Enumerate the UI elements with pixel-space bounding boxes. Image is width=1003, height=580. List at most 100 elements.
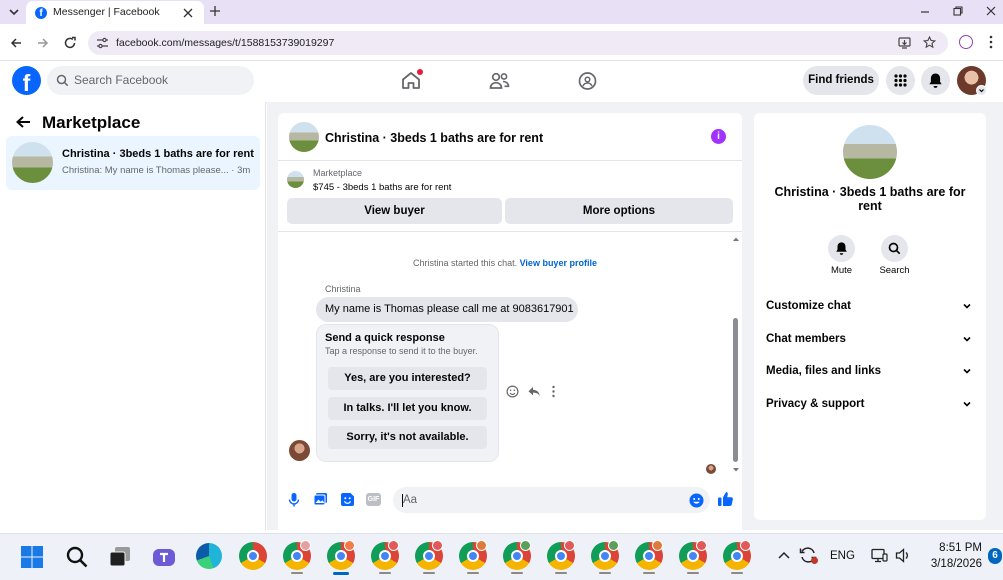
conversation-preview: Christina: My name is Thomas please... ·… (62, 165, 251, 176)
sender-avatar[interactable] (289, 440, 310, 461)
clock-time[interactable]: 8:51 PM (922, 542, 982, 554)
address-bar[interactable]: facebook.com/messages/t/1588153739019297 (88, 31, 948, 55)
site-info-icon[interactable] (96, 37, 109, 49)
quick-response-not-available[interactable]: Sorry, it's not available. (328, 426, 487, 449)
react-emoji-icon[interactable] (506, 385, 519, 398)
chat-started-notice: Christina started this chat. View buyer … (278, 258, 732, 268)
mute-label: Mute (830, 265, 853, 276)
photo-gallery-icon[interactable] (313, 492, 328, 506)
back-arrow-icon[interactable] (9, 36, 23, 50)
message-scrollbar-thumb[interactable] (733, 318, 738, 462)
chrome-profile-icon[interactable] (283, 540, 311, 570)
quick-response-yes[interactable]: Yes, are you interested? (328, 367, 487, 390)
like-thumbs-up-icon[interactable] (717, 491, 734, 507)
conversation-info-icon[interactable]: i (711, 129, 726, 144)
back-arrow-icon[interactable] (15, 115, 31, 129)
facebook-logo[interactable]: f (12, 66, 41, 96)
more-options-button[interactable]: More options (505, 198, 733, 224)
search-in-conversation-button[interactable] (881, 235, 908, 262)
chrome-icon[interactable] (239, 542, 267, 570)
chevron-down-icon (963, 336, 971, 342)
listing-price-title[interactable]: $745 - 3beds 1 baths are for rent (313, 182, 451, 193)
more-actions-icon[interactable] (551, 385, 556, 398)
mute-button[interactable] (828, 235, 855, 262)
chrome-profile-icon[interactable] (371, 540, 399, 570)
clock-date[interactable]: 3/18/2026 (914, 558, 982, 570)
sticker-icon[interactable] (340, 492, 355, 507)
media-files-links-section[interactable]: Media, files and links (766, 361, 976, 381)
quick-response-in-talks[interactable]: In talks. I'll let you know. (328, 397, 487, 420)
reply-icon[interactable] (527, 385, 541, 398)
message-input[interactable]: Aa (393, 487, 710, 513)
privacy-support-section[interactable]: Privacy & support (766, 394, 976, 414)
chrome-profile-icon[interactable] (723, 540, 751, 570)
install-app-icon[interactable] (898, 37, 911, 49)
task-view-icon[interactable] (108, 546, 132, 568)
minimize-icon[interactable] (919, 6, 931, 18)
chrome-profile-icon[interactable] (635, 540, 663, 570)
customize-chat-section[interactable]: Customize chat (766, 296, 976, 316)
reload-icon[interactable] (63, 36, 77, 50)
scroll-down-arrow[interactable] (732, 467, 740, 473)
profile-badge (652, 540, 663, 551)
view-buyer-button[interactable]: View buyer (287, 198, 502, 224)
search-icon (56, 74, 69, 87)
incoming-message-bubble[interactable]: My name is Thomas please call me at 9083… (316, 297, 578, 322)
volume-icon[interactable] (895, 548, 911, 563)
teams-icon[interactable] (151, 545, 177, 569)
facebook-search[interactable]: Search Facebook (47, 66, 254, 95)
open-window-indicator (599, 572, 611, 574)
friends-icon[interactable] (489, 72, 510, 90)
chrome-profile-icon[interactable] (503, 540, 531, 570)
marketplace-title: Marketplace (42, 113, 141, 132)
chrome-active-window-icon[interactable] (327, 540, 355, 570)
chat-members-section[interactable]: Chat members (766, 329, 976, 349)
open-window-indicator (511, 572, 523, 574)
new-tab-icon[interactable] (209, 5, 221, 17)
chrome-profile-icon[interactable] (415, 540, 443, 570)
profile-badge (740, 540, 751, 551)
facebook-favicon-icon: f (35, 7, 47, 19)
account-chevron-icon[interactable] (976, 85, 987, 96)
windows-start-icon[interactable] (20, 545, 44, 569)
emoji-icon[interactable] (689, 493, 704, 508)
groups-icon[interactable] (578, 72, 597, 90)
profile-badge (476, 540, 487, 551)
chrome-profile-icon[interactable] (459, 540, 487, 570)
close-tab-icon[interactable] (183, 8, 193, 18)
conversation-item[interactable]: Christina · 3beds 1 baths are for rent C… (6, 136, 260, 190)
edge-icon[interactable] (196, 543, 222, 569)
message-input-placeholder: Aa (403, 494, 418, 506)
gif-icon[interactable]: GIF (366, 493, 381, 506)
show-hidden-icons-chevron-icon[interactable] (777, 550, 791, 560)
conversation-title: Christina · 3beds 1 baths are for rent (62, 148, 254, 160)
chrome-profile-icon[interactable] (547, 540, 575, 570)
tab-search-button[interactable] (6, 4, 22, 20)
input-language[interactable]: ENG (830, 550, 855, 562)
view-buyer-profile-link[interactable]: View buyer profile (520, 258, 597, 268)
close-window-icon[interactable] (985, 5, 997, 17)
chat-header-title[interactable]: Christina · 3beds 1 baths are for rent (325, 131, 543, 145)
browser-tab-messenger[interactable]: f Messenger | Facebook (26, 1, 204, 24)
search-icon (888, 242, 901, 255)
chrome-profile-icon[interactable] (591, 540, 619, 570)
message-text: My name is Thomas please call me at 9083… (325, 303, 574, 315)
kebab-menu-icon[interactable] (988, 35, 994, 49)
menu-button[interactable] (886, 66, 915, 95)
profile-icon[interactable] (959, 35, 973, 49)
scroll-up-arrow[interactable] (732, 236, 740, 242)
microphone-icon[interactable] (288, 492, 300, 507)
chat-header-avatar[interactable] (289, 122, 319, 152)
notification-count-badge[interactable]: 6 (988, 548, 1002, 564)
find-friends-button[interactable]: Find friends (803, 66, 879, 95)
bookmark-star-icon[interactable] (923, 36, 936, 49)
url-text: facebook.com/messages/t/1588153739019297 (116, 37, 335, 49)
notifications-button[interactable] (921, 66, 950, 95)
chat-started-text: Christina started this chat. (413, 258, 518, 268)
forward-arrow-icon[interactable] (36, 36, 50, 50)
taskbar-search-icon[interactable] (65, 545, 89, 569)
open-window-indicator (467, 572, 479, 574)
chrome-profile-icon[interactable] (679, 540, 707, 570)
network-display-icon[interactable] (871, 548, 888, 563)
restore-icon[interactable] (952, 5, 964, 17)
